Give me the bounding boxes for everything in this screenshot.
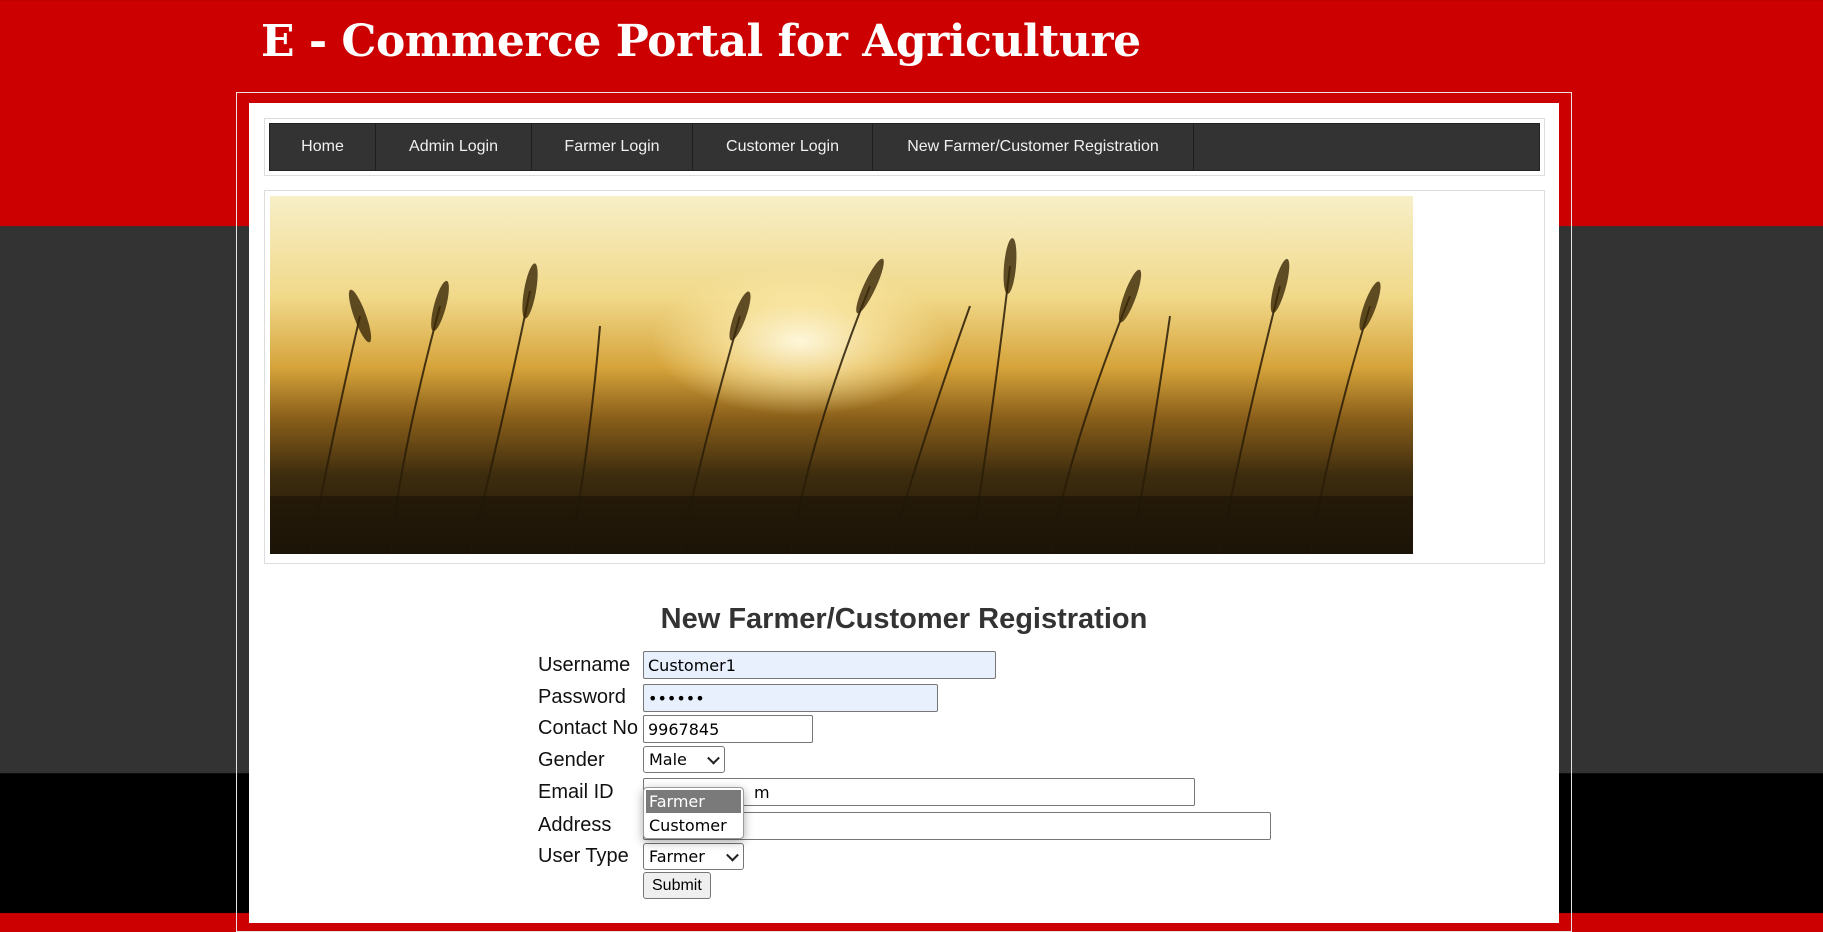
user-type-select-value: Farmer [649,847,705,866]
grass-silhouette [270,238,1413,554]
nav-customer-login[interactable]: Customer Login [693,124,873,170]
user-type-dropdown-list: Farmer Customer [643,787,744,839]
option-customer[interactable]: Customer [644,814,743,837]
password-label: Password [538,686,626,708]
chevron-down-icon [726,848,739,862]
user-type-label: User Type [538,845,629,867]
email-label: Email ID [538,781,614,803]
option-farmer[interactable]: Farmer [646,790,741,813]
gender-label: Gender [538,749,605,771]
form-title: New Farmer/Customer Registration [660,603,1148,635]
nav-frame: Home Admin Login Farmer Login Customer L… [264,118,1545,176]
wheat-field-sunset-image [270,196,1413,554]
nav-admin-login[interactable]: Admin Login [376,124,532,170]
contact-label: Contact No [538,717,639,739]
nav-home[interactable]: Home [270,124,376,170]
nav-farmer-login[interactable]: Farmer Login [532,124,693,170]
gender-select[interactable]: Male [643,746,725,773]
gender-select-value: Male [649,750,687,769]
address-label: Address [538,814,612,836]
username-input[interactable]: Customer1 [643,651,996,679]
site-title: E - Commerce Portal for Agriculture [261,16,1141,67]
nav-bar: Home Admin Login Farmer Login Customer L… [269,123,1540,171]
username-label: Username [538,654,631,676]
chevron-down-icon [707,751,720,765]
submit-button[interactable]: Submit [643,872,711,899]
contact-input[interactable]: 9967845 [643,715,813,743]
nav-registration[interactable]: New Farmer/Customer Registration [873,124,1194,170]
user-type-select[interactable]: Farmer [643,843,744,870]
password-input[interactable]: •••••• [643,684,938,712]
content-panel: Home Admin Login Farmer Login Customer L… [249,103,1559,923]
banner-frame [264,190,1545,564]
